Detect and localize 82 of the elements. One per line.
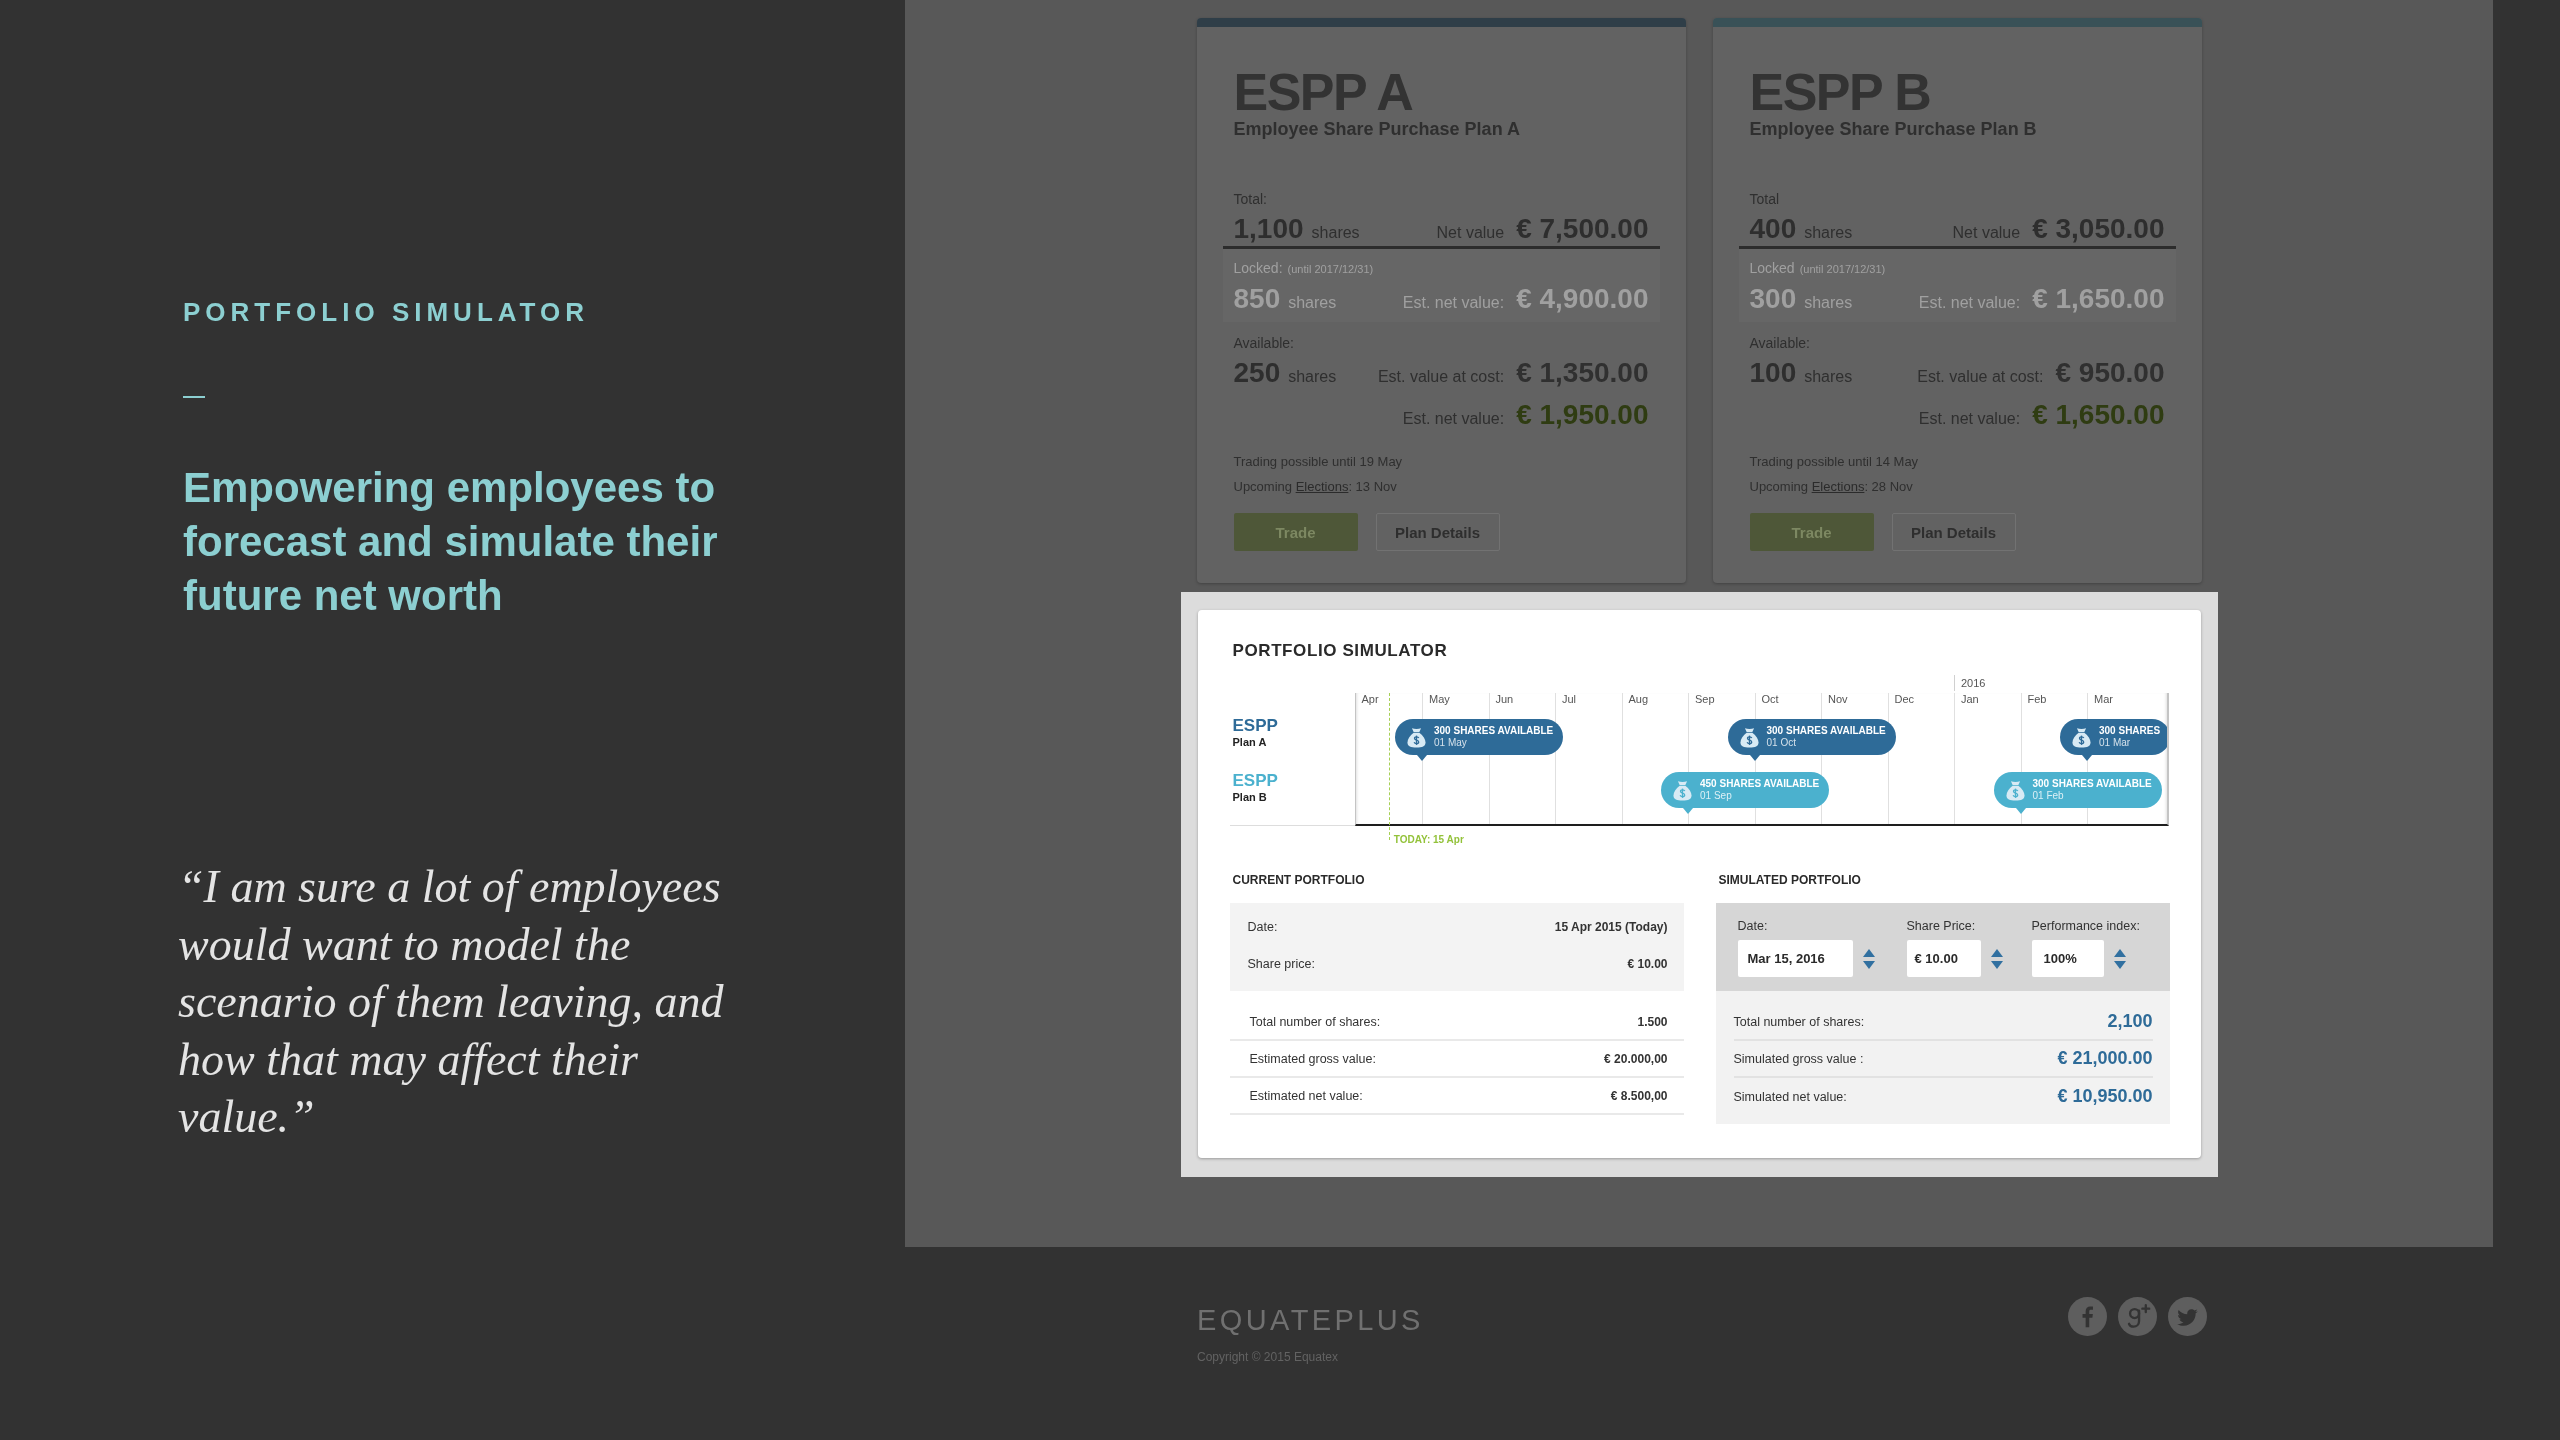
row-label: Total number of shares: <box>1249 1014 1381 1029</box>
twitter-icon[interactable] <box>2168 1297 2207 1336</box>
section-title: SIMULATED PORTFOLIO <box>1717 872 1861 888</box>
event-title: 300 SHARES AVAILABLE <box>1766 725 1886 737</box>
row-label: Total number of shares: <box>1733 1014 1865 1029</box>
money-bag-icon <box>2072 726 2091 748</box>
simulated-value: 2,100 <box>2107 1011 2153 1032</box>
locked-note: (until 2017/12/31) <box>1287 262 1374 277</box>
month-label: Aug <box>1628 693 1649 705</box>
money-bag-icon <box>1673 779 1692 801</box>
row-value: € 20.000,00 <box>1604 1051 1668 1066</box>
stepper-icon[interactable] <box>1990 948 2003 969</box>
row-label: Estimated gross value: <box>1249 1051 1376 1066</box>
event-date: 01 May <box>1434 737 1468 749</box>
locked-label: Locked <box>1749 259 1795 277</box>
summary-value: € 10.00 <box>1627 956 1668 971</box>
event-date: 01 Oct <box>1766 737 1797 749</box>
locked-label: Locked: <box>1233 259 1283 277</box>
facebook-icon[interactable] <box>2068 1297 2107 1336</box>
month-label: Dec <box>1894 693 1915 705</box>
summary-label: Date: <box>1247 919 1278 934</box>
month-label: Nov <box>1828 693 1848 705</box>
simulated-value: € 21,000.00 <box>2057 1048 2153 1069</box>
section-eyebrow: PORTFOLIO SIMULATOR <box>183 296 590 328</box>
month-label: Sep <box>1695 693 1715 705</box>
event-title: 300 SHARES AVAILABLE <box>1434 725 1554 737</box>
money-bag-icon <box>1407 726 1426 748</box>
net-value: € 1,650.00 <box>2032 282 2165 316</box>
event-title: 300 SHARES AVAILABLE <box>2032 778 2152 790</box>
month-label: Mar <box>2094 693 2113 705</box>
field-label: Performance index: <box>2031 918 2140 934</box>
row-label: Simulated gross value : <box>1733 1051 1864 1066</box>
field-label: Share Price: <box>1906 918 1976 934</box>
row-value: 1.500 <box>1637 1014 1668 1029</box>
row-value: € 8.500,00 <box>1610 1088 1668 1103</box>
event-date: 01 Feb <box>2032 790 2065 802</box>
share-count: 850 <box>1233 282 1281 316</box>
row-label: Simulated net value: <box>1733 1089 1847 1104</box>
plan-row-subname: Plan B <box>1232 790 1267 804</box>
input-field[interactable]: € 10.00 <box>1906 940 1981 977</box>
value-label: Est. net value: <box>1402 294 1505 312</box>
month-label: Feb <box>2027 693 2047 705</box>
month-label: May <box>1429 693 1450 705</box>
estimated-value: € 1,650.00 <box>2032 398 2165 432</box>
month-label: Jan <box>1961 693 1979 705</box>
event-date: 01 Sep <box>1700 790 1733 802</box>
event-title: 300 SHARES <box>2099 725 2161 737</box>
stepper-icon[interactable] <box>1862 948 1875 969</box>
money-bag-icon <box>1739 726 1759 748</box>
month-label: Oct <box>1761 693 1779 705</box>
event-title: 450 SHARES AVAILABLE <box>1700 778 1820 790</box>
month-label: Jun <box>1495 693 1514 705</box>
input-field[interactable]: 100% <box>2031 940 2104 977</box>
section-title: CURRENT PORTFOLIO <box>1231 872 1365 888</box>
testimonial-quote: “I am sure a lot of employees would want to model the scenario of them leaving, and how that may affect their value.” <box>178 860 725 1144</box>
summary-label: Share price: <box>1247 956 1315 971</box>
plan-row-name: ESPP <box>1232 717 1278 735</box>
google-plus-icon[interactable] <box>2118 1297 2157 1336</box>
logo[interactable]: EQUATEPLUS <box>1197 1305 1424 1335</box>
value-label: Est. net value: <box>1918 294 2021 312</box>
field-label: Date: <box>1737 918 1768 934</box>
stepper-icon[interactable] <box>2113 948 2126 969</box>
money-bag-icon <box>2005 779 2025 801</box>
year-label: 2016 <box>1954 675 1986 691</box>
net-value: € 4,900.00 <box>1516 282 1649 316</box>
shares-unit: shares <box>1288 294 1337 312</box>
month-label: Jul <box>1562 693 1577 705</box>
locked-note: (until 2017/12/31) <box>1799 262 1886 277</box>
simulator-title: PORTFOLIO SIMULATOR <box>1231 641 1448 661</box>
row-label: Estimated net value: <box>1249 1088 1363 1103</box>
summary-value: 15 Apr 2015 (Today) <box>1554 919 1668 934</box>
estimated-value: € 1,950.00 <box>1516 398 1649 432</box>
plan-row-subname: Plan A <box>1232 735 1267 749</box>
shares-unit: shares <box>1804 294 1853 312</box>
plan-row-name: ESPP <box>1232 772 1278 790</box>
simulated-value: € 10,950.00 <box>2057 1086 2153 1107</box>
headline: Empowering employees to forecast and simulate their future net worth <box>183 463 719 621</box>
event-date: 01 Mar <box>2099 737 2132 749</box>
month-label: Apr <box>1361 693 1379 705</box>
input-field[interactable]: Mar 15, 2016 <box>1737 940 1853 977</box>
share-count: 300 <box>1749 282 1797 316</box>
today-marker-label: TODAY: 15 Apr <box>1393 833 1464 847</box>
